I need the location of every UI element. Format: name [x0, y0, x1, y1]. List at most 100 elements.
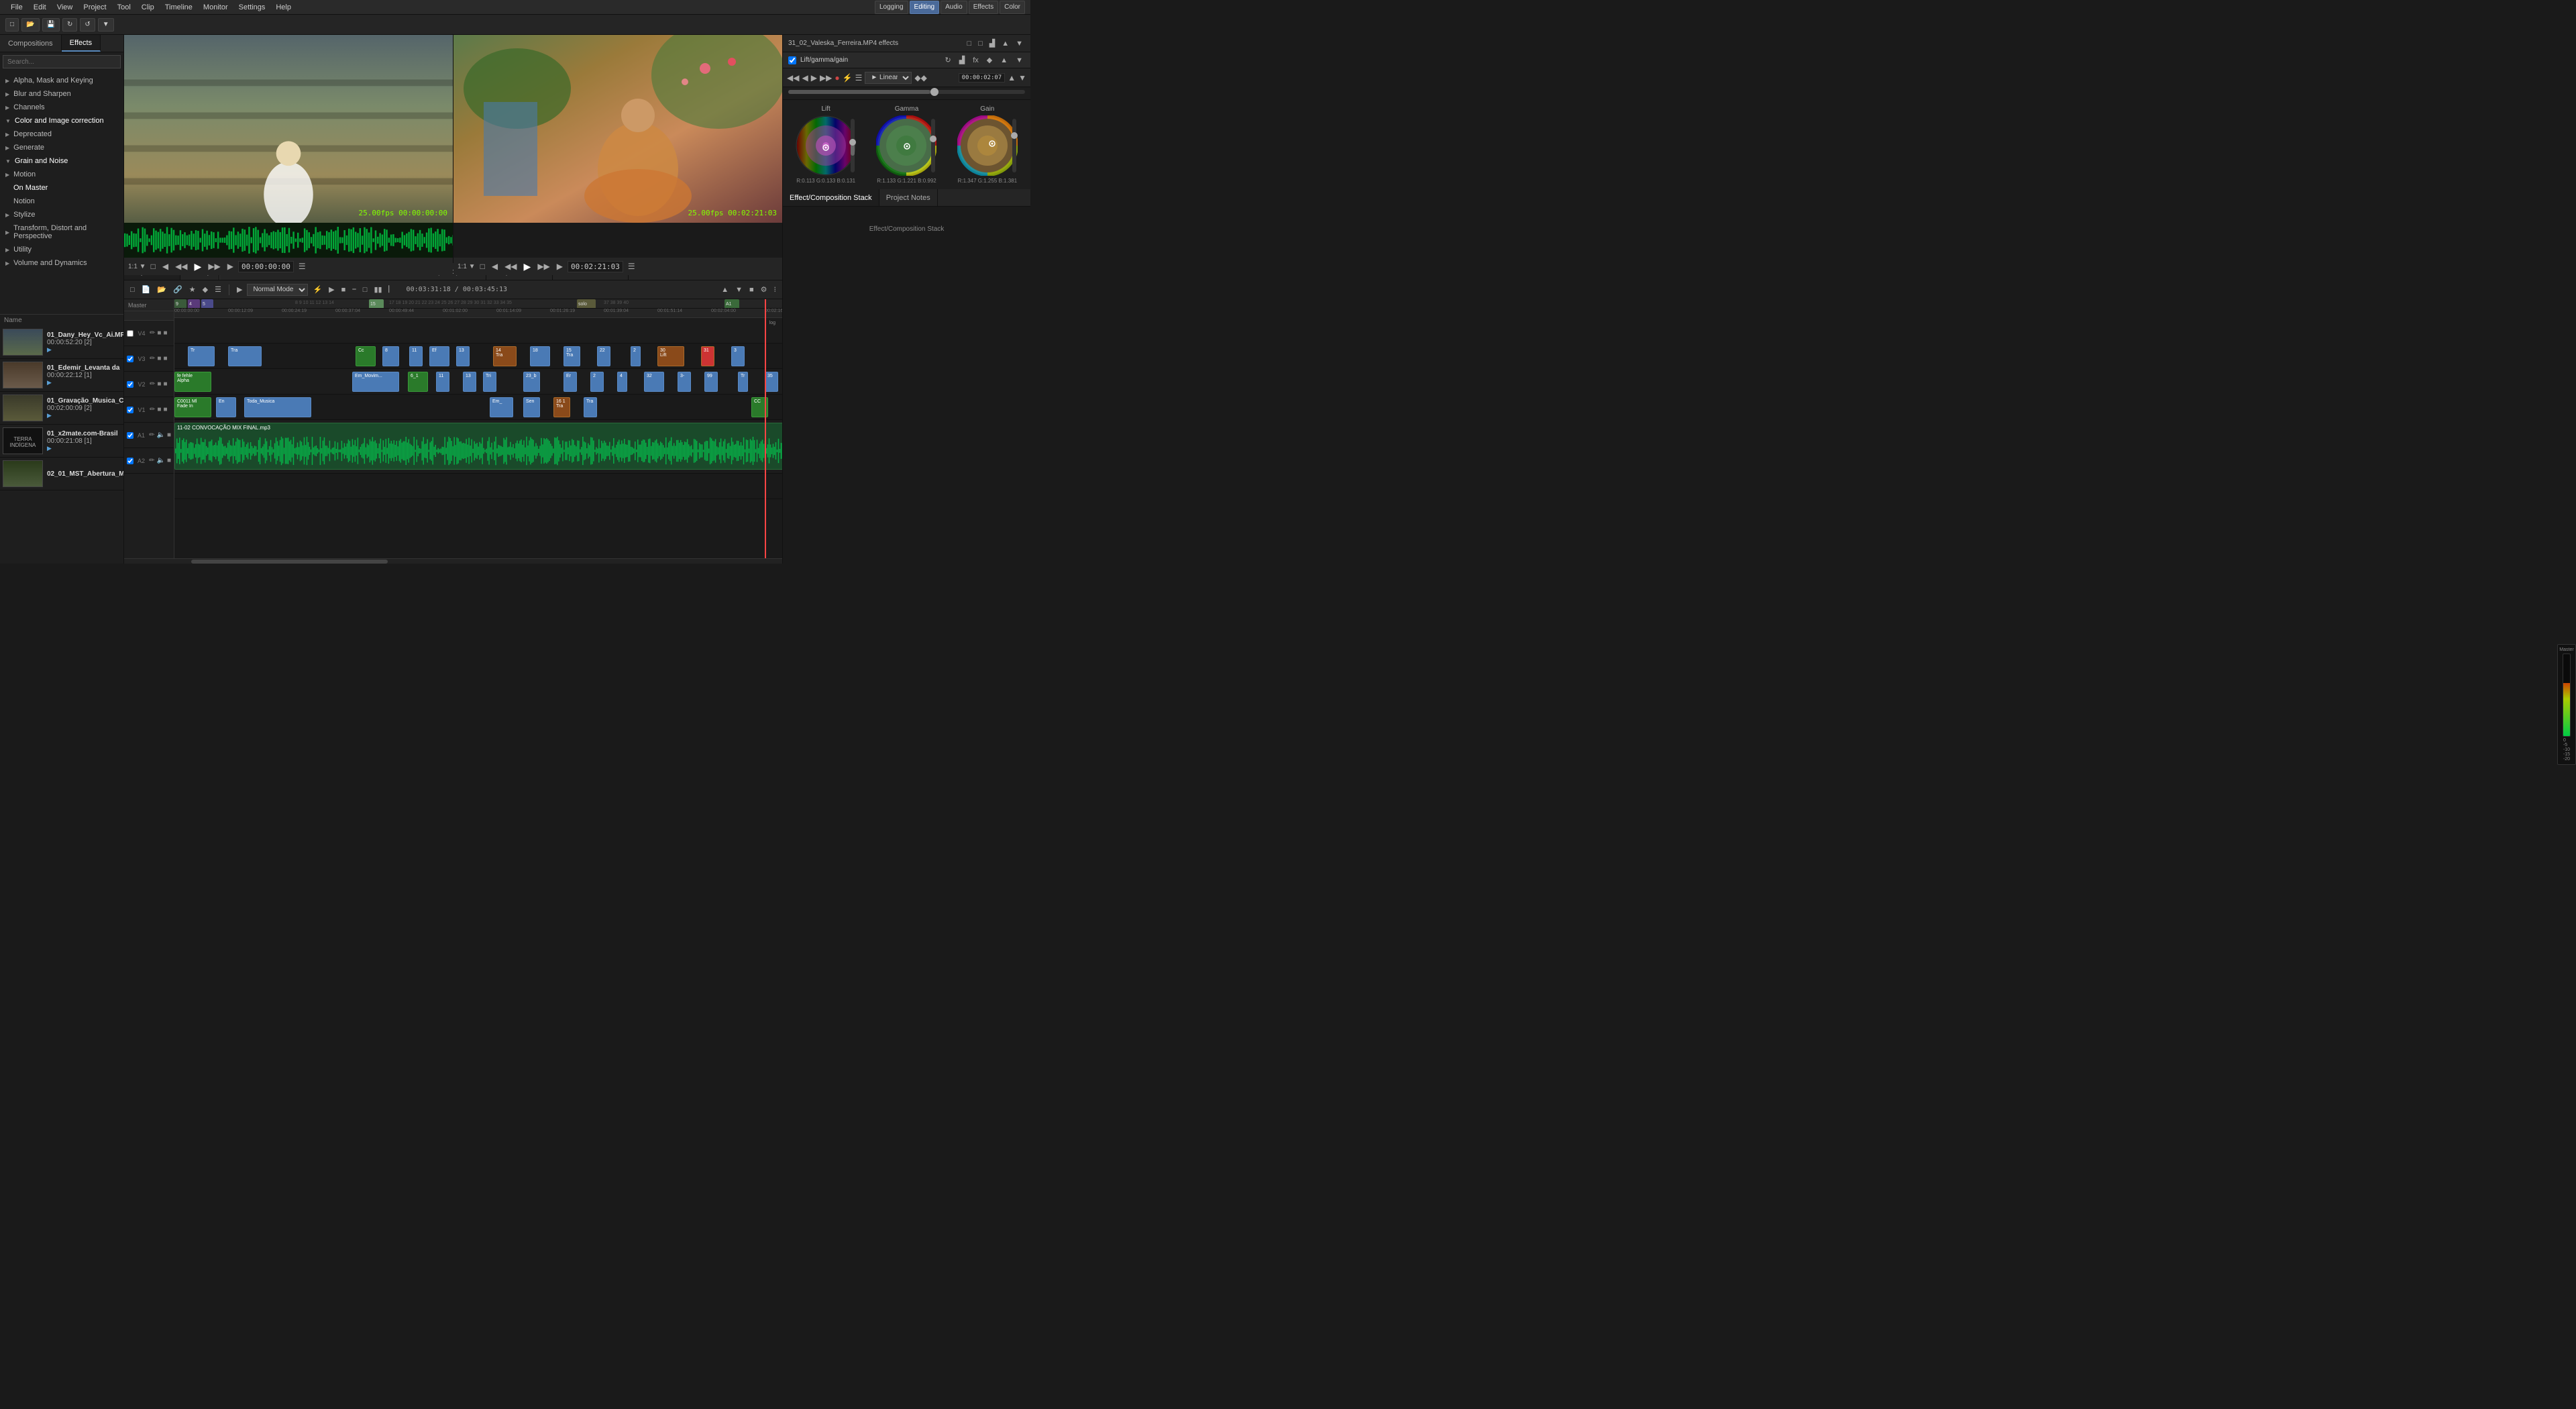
- tab-effects-sidebar[interactable]: Effects: [62, 35, 101, 52]
- tl-split[interactable]: ⎯: [350, 285, 358, 294]
- menu-item-monitor[interactable]: Monitor: [198, 0, 233, 15]
- left-menu-btn[interactable]: ☰: [297, 262, 308, 271]
- timeline-clip[interactable]: 13: [463, 372, 476, 392]
- effect-collapse[interactable]: ▼: [1014, 56, 1025, 64]
- tl-overwrite[interactable]: ▮▮: [372, 285, 384, 294]
- track-lock-v3[interactable]: ✏: [150, 355, 155, 362]
- tl-play[interactable]: ▶: [327, 285, 336, 294]
- right-rewind[interactable]: ◀◀: [502, 262, 519, 271]
- left-loop-btn[interactable]: □: [149, 262, 158, 271]
- timeline-clip[interactable]: 8: [382, 346, 399, 366]
- menu-item-edit[interactable]: Edit: [28, 0, 52, 15]
- ef-down[interactable]: ▼: [1018, 73, 1026, 83]
- ef-next[interactable]: ▶: [811, 73, 817, 83]
- effect-reset[interactable]: ↻: [943, 56, 953, 64]
- timeline-clip[interactable]: 15Tra: [564, 346, 580, 366]
- left-play-btn[interactable]: ▶: [193, 261, 204, 272]
- effect-expand[interactable]: ▲: [998, 56, 1010, 64]
- tl-link[interactable]: 🔗: [171, 285, 184, 294]
- track-lock-v2[interactable]: ✏: [150, 380, 155, 388]
- timeline-clip[interactable]: 4: [617, 372, 627, 392]
- timeline-clip[interactable]: 2: [590, 372, 604, 392]
- timeline-clip[interactable]: 18: [530, 346, 550, 366]
- tl-snap[interactable]: ⚡: [311, 285, 324, 294]
- right-panel-expand[interactable]: ▼: [1014, 39, 1025, 48]
- right-menu-btn[interactable]: ☰: [626, 262, 637, 271]
- timeline-clip[interactable]: CC: [751, 397, 768, 417]
- ef-fwd[interactable]: ▶▶: [820, 73, 832, 83]
- gamma-slider-thumb[interactable]: [930, 88, 938, 96]
- tl-zoom-out[interactable]: ▼: [733, 286, 745, 294]
- timeline-clip[interactable]: 23_b: [523, 372, 540, 392]
- menu-item-file[interactable]: File: [5, 0, 28, 15]
- track-lock-v1[interactable]: ✏: [150, 406, 155, 413]
- track-enable-v1[interactable]: [127, 407, 133, 413]
- timeline-clip[interactable]: 30Lift: [657, 346, 684, 366]
- track-mute-a1[interactable]: 🔈: [157, 431, 165, 439]
- list-item[interactable]: 01_Edemir_Levanta da 00:00:22:12 [1] ▶: [0, 359, 123, 392]
- timeline-clip[interactable]: 11-02 CONVOCAÇÃO MIX FINAL.mp3: [174, 423, 782, 470]
- menu-item-tool[interactable]: Tool: [112, 0, 136, 15]
- save-btn[interactable]: 💾: [42, 18, 60, 32]
- sidebar-item-alpha[interactable]: ▶ Alpha, Mask and Keying: [0, 74, 123, 87]
- tl-new-comp[interactable]: 📄: [140, 285, 153, 294]
- sidebar-item-grain[interactable]: ▼ Grain and Noise: [0, 154, 123, 168]
- scrollbar-thumb[interactable]: [191, 560, 388, 564]
- track-solo-v1[interactable]: ■: [163, 406, 167, 413]
- menu-item-timeline[interactable]: Timeline: [160, 0, 198, 15]
- tab-effect-stack[interactable]: Effect/Composition Stack: [783, 189, 879, 206]
- timeline-clip[interactable]: 14Tra: [493, 346, 517, 366]
- timeline-clip[interactable]: En: [216, 397, 236, 417]
- effect-fx[interactable]: fx: [971, 56, 981, 64]
- tl-tag[interactable]: ◆: [201, 285, 210, 294]
- right-prev-frame[interactable]: ◀: [490, 262, 500, 271]
- sidebar-item-blur[interactable]: ▶ Blur and Sharpen: [0, 87, 123, 101]
- track-solo-v3[interactable]: ■: [163, 355, 167, 362]
- track-enable-a2[interactable]: [127, 458, 133, 464]
- timeline-clip[interactable]: Sen: [523, 397, 540, 417]
- mode-select[interactable]: Normal Mode: [247, 284, 308, 296]
- ef-up[interactable]: ▲: [1008, 73, 1016, 83]
- tab-logging[interactable]: Logging: [875, 1, 908, 14]
- tl-star[interactable]: ★: [187, 285, 198, 294]
- effect-enable-checkbox[interactable]: [788, 56, 796, 64]
- tl-fit[interactable]: ■: [747, 286, 756, 294]
- redo-btn[interactable]: ↺: [80, 18, 95, 32]
- tl-grid[interactable]: ⁝: [772, 285, 779, 294]
- menu-item-view[interactable]: View: [52, 0, 78, 15]
- timeline-clip[interactable]: 11: [436, 372, 449, 392]
- timeline-clip[interactable]: Ef: [429, 346, 449, 366]
- list-item[interactable]: 01_Gravação_Musica_C 00:02:00:09 [2] ▶: [0, 392, 123, 425]
- list-item[interactable]: TERRAINDÍGENA 01_x2mate.com-Brasil 00:00…: [0, 425, 123, 458]
- right-panel-eye[interactable]: ▟: [987, 39, 997, 48]
- sidebar-item-generate[interactable]: ▶ Generate: [0, 141, 123, 154]
- timeline-clip[interactable]: 3-: [678, 372, 691, 392]
- tl-trim[interactable]: ⎸: [387, 285, 398, 294]
- right-play-btn[interactable]: ▶: [522, 261, 533, 272]
- timeline-clip[interactable]: Tri: [483, 372, 496, 392]
- track-mute-v4[interactable]: ■: [157, 329, 161, 337]
- tl-folder[interactable]: 📂: [155, 285, 168, 294]
- undo-btn[interactable]: ↻: [62, 18, 77, 32]
- tab-audio[interactable]: Audio: [941, 1, 967, 14]
- tl-arrow[interactable]: ▶: [235, 285, 244, 294]
- left-fast-fwd[interactable]: ▶▶: [206, 262, 222, 271]
- track-solo-a2[interactable]: ■: [167, 457, 171, 464]
- timeline-clip[interactable]: 6_1: [408, 372, 428, 392]
- right-next-frame[interactable]: ▶: [555, 262, 565, 271]
- track-mute-a2[interactable]: 🔈: [157, 457, 165, 464]
- timeline-clip[interactable]: Tra: [584, 397, 597, 417]
- tab-editing[interactable]: Editing: [910, 1, 940, 14]
- tl-insert[interactable]: □: [361, 286, 370, 294]
- track-solo-v2[interactable]: ■: [163, 380, 167, 388]
- right-panel-close[interactable]: □: [965, 39, 973, 48]
- sidebar-item-stylize[interactable]: ▶ Stylize: [0, 208, 123, 221]
- left-rewind[interactable]: ◀◀: [173, 262, 189, 271]
- timeline-clip[interactable]: fe fehleAlpha: [174, 372, 211, 392]
- right-fast-fwd[interactable]: ▶▶: [535, 262, 551, 271]
- sidebar-item-motion[interactable]: ▶ Motion: [0, 168, 123, 181]
- timeline-clip[interactable]: Tra: [228, 346, 262, 366]
- timeline-clip[interactable]: 2: [631, 346, 641, 366]
- search-input[interactable]: [3, 55, 121, 68]
- timeline-clip[interactable]: 3: [731, 346, 745, 366]
